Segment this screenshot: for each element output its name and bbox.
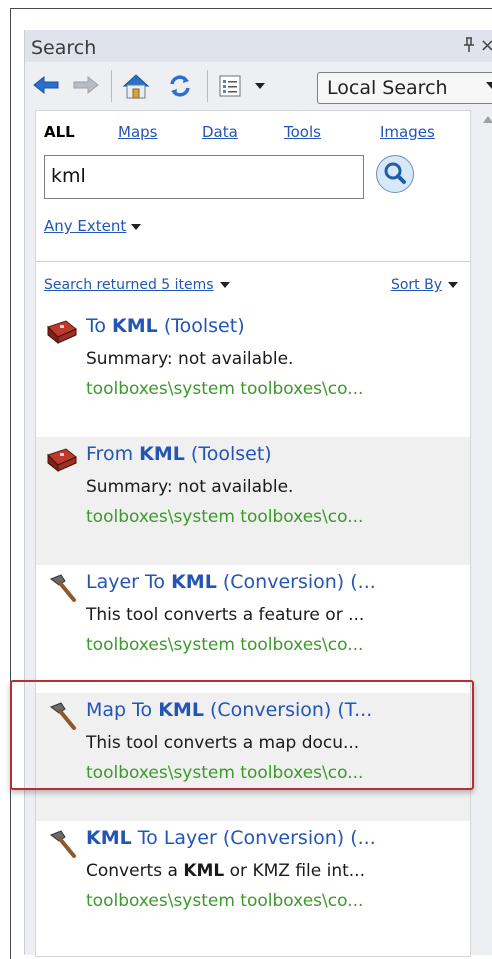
sort-by-dropdown[interactable]: Sort By xyxy=(391,277,458,293)
result-title-post: (Conversion) (... xyxy=(216,571,376,593)
result-summary-text: Summary: not available. xyxy=(86,349,294,369)
search-button[interactable] xyxy=(376,155,414,193)
search-scope-value: Local Search xyxy=(327,77,448,99)
result-path: toolboxes\system toolboxes\co... xyxy=(86,891,364,911)
highlight-annotation xyxy=(10,680,474,790)
result-title-post: (Toolset) xyxy=(157,315,245,337)
result-title[interactable]: Layer To KML (Conversion) (... xyxy=(86,571,466,593)
sort-by-label: Sort By xyxy=(390,277,442,293)
result-title-match: KML xyxy=(139,443,185,465)
results-header: Search returned 5 items Sort By xyxy=(36,271,470,301)
result-title-pre: Layer To xyxy=(86,571,172,593)
result-title-post: To Layer (Conversion) (... xyxy=(131,827,376,849)
search-toolbar: Local Search xyxy=(25,62,492,108)
toolset-icon xyxy=(46,317,78,345)
results-count-dropdown[interactable]: Search returned 5 items xyxy=(44,277,230,293)
search-input-value: kml xyxy=(51,165,86,187)
result-item[interactable]: From KML (Toolset) Summary: not availabl… xyxy=(36,437,470,565)
hammer-icon xyxy=(46,573,78,602)
close-icon[interactable]: × xyxy=(480,35,492,56)
result-path: toolboxes\system toolboxes\co... xyxy=(86,635,364,655)
toolbar-separator xyxy=(207,70,208,102)
result-summary: Converts a KML or KMZ file int... xyxy=(86,861,466,881)
result-title-match: KML xyxy=(112,315,158,337)
home-icon[interactable] xyxy=(117,70,155,102)
view-dropdown-arrow-icon[interactable] xyxy=(251,70,269,102)
toolset-icon xyxy=(46,445,78,473)
search-content: ALL Maps Data Tools Images kml Any Exten… xyxy=(35,110,471,957)
scroll-up-arrow-icon[interactable] xyxy=(483,116,492,123)
pin-icon[interactable] xyxy=(463,37,475,57)
result-summary: This tool converts a feature or ... xyxy=(86,605,466,625)
search-panel: Search × Local Search ALL Maps Data Tool… xyxy=(24,30,492,957)
search-input[interactable]: kml xyxy=(44,155,364,199)
hammer-icon xyxy=(46,829,78,858)
chevron-down-icon xyxy=(131,223,142,230)
refresh-icon[interactable] xyxy=(163,70,197,102)
result-path: toolboxes\system toolboxes\co... xyxy=(86,379,364,399)
tab-tools[interactable]: Tools xyxy=(284,123,321,141)
tab-maps[interactable]: Maps xyxy=(118,123,157,141)
result-title[interactable]: From KML (Toolset) xyxy=(86,443,466,465)
search-scope-dropdown[interactable]: Local Search xyxy=(317,72,492,104)
result-title-pre: To xyxy=(86,315,113,337)
list-view-icon[interactable] xyxy=(215,70,245,102)
toolbar-separator xyxy=(111,70,112,102)
magnifier-icon xyxy=(384,162,406,184)
result-title-post: (Toolset) xyxy=(184,443,272,465)
back-arrow-icon[interactable] xyxy=(29,70,63,100)
forward-arrow-icon[interactable] xyxy=(69,70,103,100)
chevron-down-icon xyxy=(448,282,458,288)
result-summary-post: or KMZ file int... xyxy=(224,861,365,881)
result-item[interactable]: KML To Layer (Conversion) (... Converts … xyxy=(36,821,470,949)
result-path: toolboxes\system toolboxes\co... xyxy=(86,507,364,527)
panel-title: Search xyxy=(31,37,97,59)
result-item[interactable]: To KML (Toolset) Summary: not available.… xyxy=(36,309,470,437)
result-title[interactable]: KML To Layer (Conversion) (... xyxy=(86,827,466,849)
result-summary-text: Summary: not available. xyxy=(86,477,294,497)
tab-data[interactable]: Data xyxy=(202,123,238,141)
results-count-label: Search returned 5 items xyxy=(44,277,214,293)
panel-titlebar: Search × xyxy=(25,30,492,62)
chevron-down-icon xyxy=(219,282,230,288)
result-summary-match: KML xyxy=(183,861,225,881)
result-title-match: KML xyxy=(86,827,132,849)
result-summary-text: This tool converts a feature or ... xyxy=(86,605,365,625)
chevron-down-icon xyxy=(486,82,492,89)
result-summary: Summary: not available. xyxy=(86,349,466,369)
result-summary: Summary: not available. xyxy=(86,477,466,497)
tab-images[interactable]: Images xyxy=(380,123,435,141)
divider xyxy=(36,261,470,262)
result-summary-pre: Converts a xyxy=(86,861,184,881)
tab-all[interactable]: ALL xyxy=(44,123,75,141)
result-title-pre: From xyxy=(86,443,140,465)
extent-filter[interactable]: Any Extent xyxy=(44,217,142,235)
result-title-match: KML xyxy=(171,571,217,593)
result-title[interactable]: To KML (Toolset) xyxy=(86,315,466,337)
extent-label: Any Extent xyxy=(44,217,127,235)
result-item[interactable]: Layer To KML (Conversion) (... This tool… xyxy=(36,565,470,693)
